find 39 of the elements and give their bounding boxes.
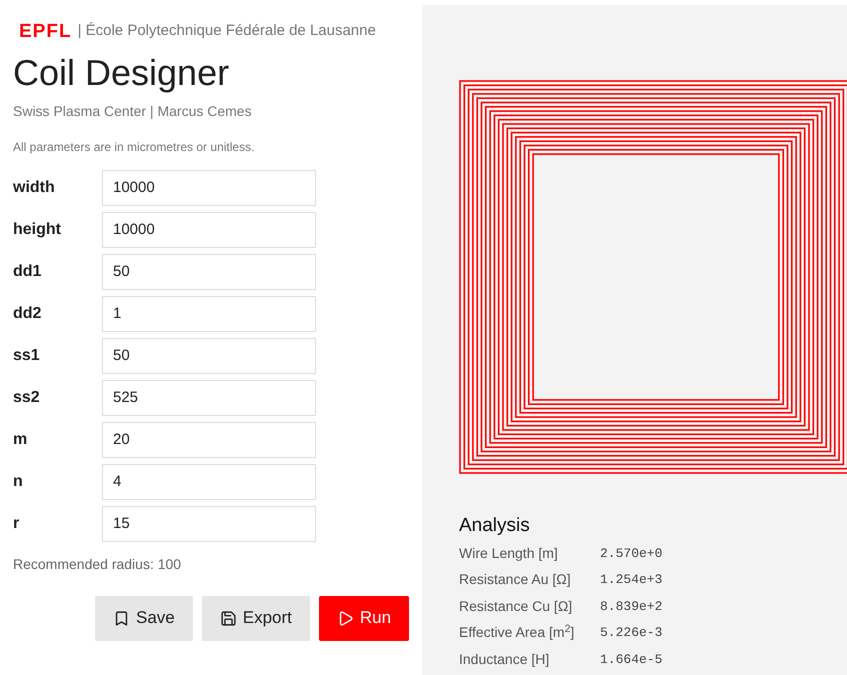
parameter-label: ss1 (13, 346, 41, 366)
parameter-input[interactable]: 4 (102, 464, 316, 500)
metric-value: 5.226e-3 (600, 624, 662, 642)
metric-value: 2.570e+0 (600, 544, 662, 562)
save-button[interactable]: Save (95, 596, 193, 640)
metric-label: Inductance [H] (459, 650, 550, 669)
run-button[interactable]: Run (318, 596, 410, 640)
parameter-input[interactable]: 525 (102, 380, 316, 416)
parameter-input[interactable]: 1 (102, 296, 316, 332)
app-title: Coil Designer (13, 54, 230, 90)
parameter-input[interactable]: 20 (102, 422, 316, 458)
metric-value: 8.839e+2 (600, 598, 662, 616)
parameter-label: dd2 (13, 304, 42, 324)
parameter-input[interactable]: 15 (102, 506, 316, 542)
parameter-label: r (13, 514, 20, 534)
bookmark-icon (113, 610, 130, 626)
institution-name: | École Polytechnique Fédérale de Lausanne (78, 21, 376, 41)
metric-value: 1.664e-5 (600, 650, 662, 668)
parameter-input[interactable]: 50 (102, 338, 316, 374)
parameter-label: height (13, 220, 62, 240)
parameter-input[interactable]: 50 (102, 254, 316, 290)
parameter-label: dd1 (13, 262, 42, 282)
parameter-input[interactable]: 10000 (102, 212, 316, 248)
logo: EPFL (19, 22, 72, 41)
parameter-label: m (13, 430, 28, 450)
recommendation-text: Recommended radius: 100 (13, 554, 182, 574)
parameter-input[interactable]: 10000 (102, 170, 316, 206)
metric-label: Resistance Cu [Ω] (459, 596, 574, 616)
metric-label: Effective Area [m$^{2}$] (459, 622, 576, 642)
subtitle: Swiss Plasma Center | Marcus Cemes (13, 102, 253, 121)
metric-label: Resistance Au [Ω] (459, 570, 572, 590)
parameter-label: n (13, 472, 24, 492)
analysis-title: Analysis (459, 514, 531, 538)
metric-label: Wire Length [m] (459, 544, 559, 563)
metric-value: 1.254e+3 (600, 571, 662, 589)
export-button[interactable]: Export (202, 596, 310, 640)
note: All parameters are in micrometres or unitless. (13, 138, 256, 156)
parameter-label: width (13, 178, 56, 198)
parameter-label: ss2 (13, 388, 41, 408)
